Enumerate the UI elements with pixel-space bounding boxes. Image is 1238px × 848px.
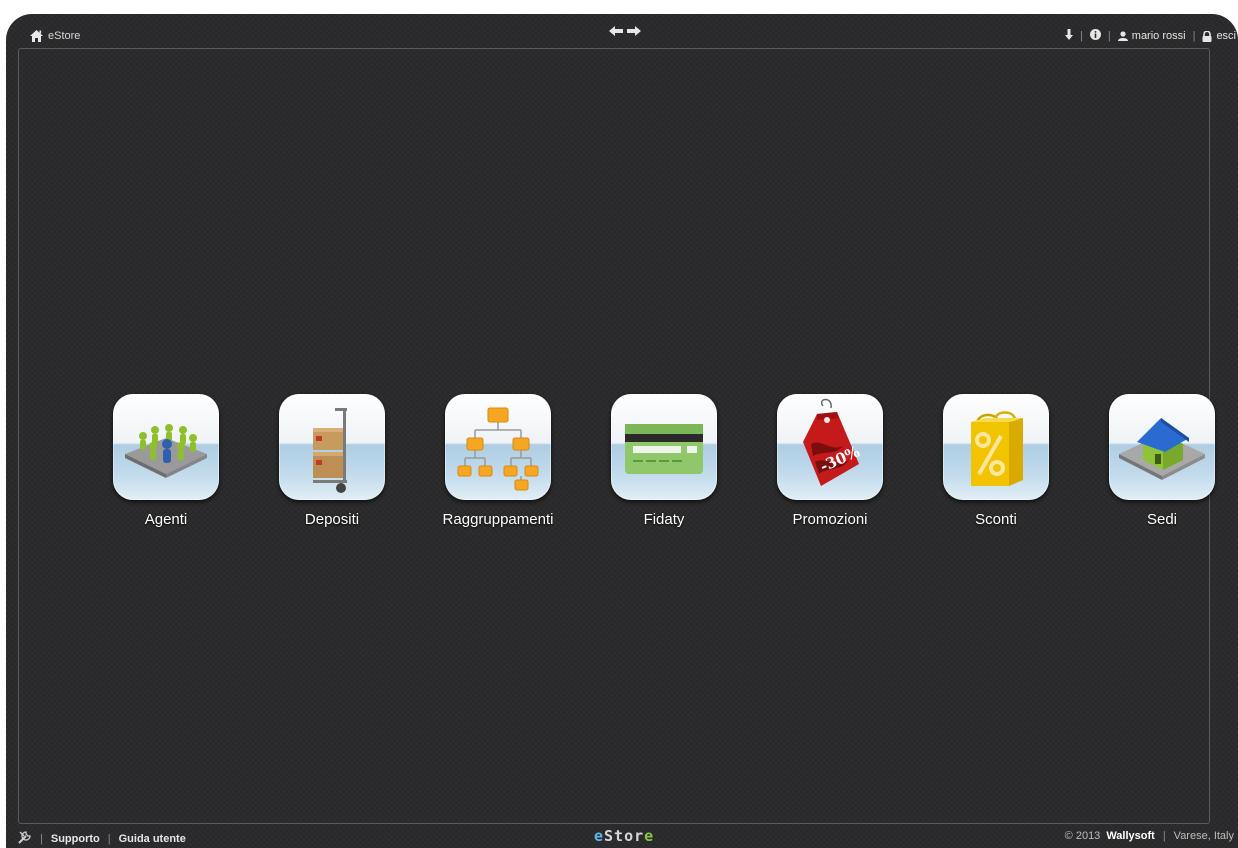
app-frame: eStore | | mario rossi | esci Agenti Dep… <box>6 14 1238 848</box>
support-link[interactable]: Supporto <box>51 833 100 845</box>
home-icon <box>30 30 43 42</box>
copyright: © 2013 Wallysoft | Varese, Italy <box>1065 830 1234 842</box>
footer-links: | Supporto | Guida utente <box>18 830 186 847</box>
separator: | <box>1162 830 1166 842</box>
tools-icon[interactable] <box>18 830 32 847</box>
forward-arrow-icon[interactable] <box>627 26 641 39</box>
top-bar: eStore | | mario rossi | esci <box>6 14 1238 48</box>
logout-link[interactable]: esci <box>1202 30 1236 42</box>
logo-part: e <box>594 827 605 845</box>
app-label: Promozioni <box>792 511 868 528</box>
estore-logo: eStore <box>594 827 654 845</box>
app-launcher: Agenti Depositi Raggruppamenti Fidaty -3… <box>83 394 1238 528</box>
app-label: Raggruppamenti <box>442 511 554 528</box>
app-agenti[interactable]: Agenti <box>83 394 249 528</box>
house-icon <box>1109 394 1215 500</box>
lock-icon <box>1202 30 1212 42</box>
user-menu[interactable]: mario rossi <box>1117 30 1186 42</box>
hierarchy-icon <box>445 394 551 500</box>
main-panel: Agenti Depositi Raggruppamenti Fidaty -3… <box>18 48 1215 824</box>
company-name: Wallysoft <box>1106 830 1155 842</box>
user-toolbar: | | mario rossi | esci <box>1065 29 1236 43</box>
app-label: Sedi <box>1146 511 1178 528</box>
home-label: eStore <box>48 30 81 42</box>
app-depositi[interactable]: Depositi <box>249 394 415 528</box>
user-guide-link[interactable]: Guida utente <box>119 833 186 845</box>
app-fidaty[interactable]: Fidaty <box>581 394 747 528</box>
separator: | <box>40 832 43 845</box>
logo-part: e <box>644 827 655 845</box>
app-sconti[interactable]: Sconti <box>913 394 1079 528</box>
warehouse-cart-icon <box>279 394 385 500</box>
discount-bag-icon <box>943 394 1049 500</box>
nav-arrows <box>609 26 641 39</box>
info-icon[interactable] <box>1089 29 1101 43</box>
app-raggruppamenti[interactable]: Raggruppamenti <box>415 394 581 528</box>
logout-label: esci <box>1216 30 1236 42</box>
promo-tag-icon: -30% <box>777 394 883 500</box>
user-icon <box>1117 31 1128 41</box>
app-sedi[interactable]: Sedi <box>1079 394 1238 528</box>
separator: | <box>1192 30 1196 42</box>
app-label: Fidaty <box>643 511 685 528</box>
user-name: mario rossi <box>1131 30 1186 42</box>
agents-icon <box>113 394 219 500</box>
download-icon[interactable] <box>1065 29 1074 43</box>
app-promozioni[interactable]: -30% Promozioni <box>747 394 913 528</box>
copyright-prefix: © 2013 <box>1064 830 1101 842</box>
app-label: Sconti <box>975 511 1017 528</box>
logo-part: Stor <box>604 827 645 845</box>
location: Varese, Italy <box>1173 830 1234 842</box>
separator: | <box>107 832 111 845</box>
footer: | Supporto | Guida utente eStore © 2013 … <box>6 824 1238 848</box>
separator: | <box>1107 30 1111 42</box>
separator: | <box>1080 30 1083 42</box>
credit-card-icon <box>611 394 717 500</box>
app-label: Depositi <box>304 511 360 528</box>
app-label: Agenti <box>144 511 188 528</box>
home-link[interactable]: eStore <box>30 30 80 42</box>
back-arrow-icon[interactable] <box>609 26 623 39</box>
